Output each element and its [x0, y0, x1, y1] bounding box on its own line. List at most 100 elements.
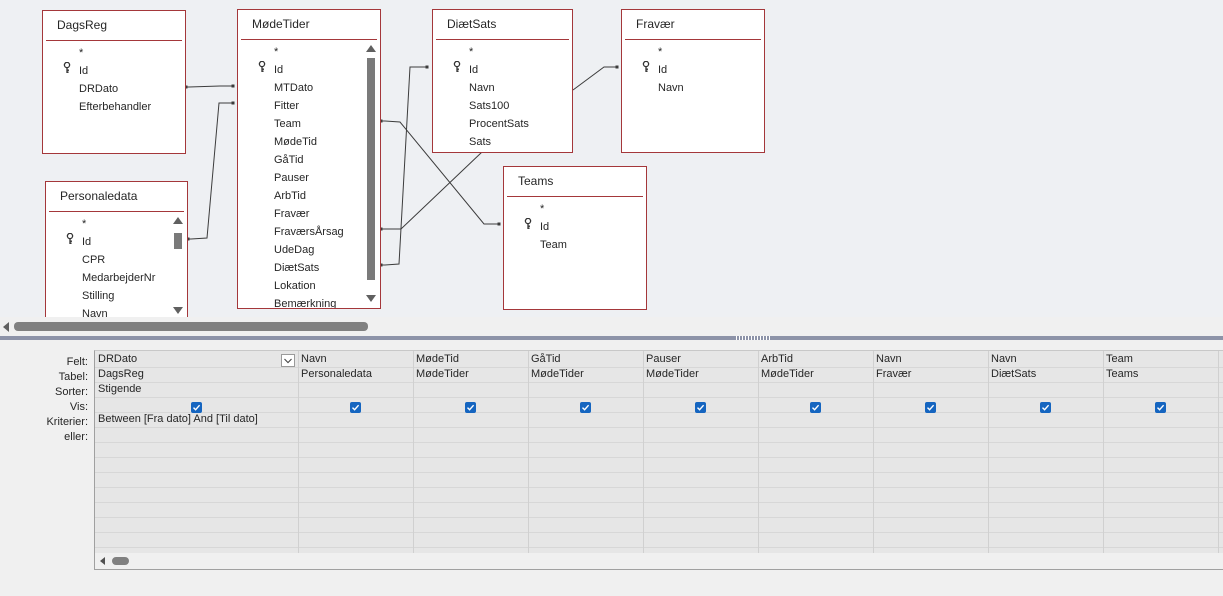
- field-item[interactable]: Id: [46, 232, 187, 251]
- grid-cell-criteria[interactable]: Between [Fra dato] And [Til dato]: [98, 412, 258, 427]
- table-modetider[interactable]: MødeTider * Id MTDato Fitter Team MødeTid GåTid…: [237, 9, 381, 309]
- grid-cell-sort[interactable]: Stigende: [98, 382, 141, 397]
- grid-cell-table[interactable]: DiætSats: [991, 367, 1036, 382]
- field-item[interactable]: *: [238, 43, 380, 61]
- grid-cell-table[interactable]: MødeTider: [761, 367, 814, 382]
- field-item[interactable]: MødeTid: [238, 133, 380, 151]
- grid-cell-field[interactable]: GåTid: [531, 352, 561, 367]
- scroll-down-icon[interactable]: [173, 307, 183, 314]
- field-item[interactable]: Lokation: [238, 277, 380, 295]
- field-item[interactable]: *: [433, 43, 572, 61]
- field-item[interactable]: *: [622, 43, 764, 61]
- join-line[interactable]: [381, 66, 427, 266]
- show-checkbox[interactable]: [580, 402, 591, 413]
- grid-cell-field[interactable]: Team: [1106, 352, 1133, 367]
- grid-column[interactable]: ArbTid MødeTider: [758, 351, 874, 553]
- grid-cell-field[interactable]: Navn: [876, 352, 902, 367]
- grid-cell-field[interactable]: ArbTid: [761, 352, 793, 367]
- field-item[interactable]: Id: [622, 60, 764, 79]
- field-item[interactable]: Sats: [433, 133, 572, 151]
- table-title[interactable]: DiætSats: [447, 17, 496, 31]
- field-list-scrollbar[interactable]: [172, 215, 184, 316]
- grid-cell-table[interactable]: Fravær: [876, 367, 911, 382]
- field-item[interactable]: *: [504, 200, 646, 218]
- join-line[interactable]: [186, 85, 233, 88]
- join-line[interactable]: [188, 102, 233, 240]
- scroll-thumb[interactable]: [14, 322, 368, 331]
- table-title[interactable]: Personaledata: [60, 189, 137, 203]
- field-dropdown-button[interactable]: [281, 354, 295, 367]
- grid-cell-table[interactable]: Teams: [1106, 367, 1138, 382]
- table-personaledata[interactable]: Personaledata * Id CPR MedarbejderNr Stilling…: [45, 181, 188, 317]
- field-item[interactable]: GåTid: [238, 151, 380, 169]
- field-item[interactable]: Id: [238, 60, 380, 79]
- grid-column[interactable]: Pauser MødeTider: [643, 351, 759, 553]
- scroll-thumb[interactable]: [367, 58, 375, 280]
- field-item[interactable]: CPR: [46, 251, 187, 269]
- show-checkbox[interactable]: [1155, 402, 1166, 413]
- field-item[interactable]: ProcentSats: [433, 115, 572, 133]
- field-item[interactable]: Team: [238, 115, 380, 133]
- field-item[interactable]: Fitter: [238, 97, 380, 115]
- grid-column[interactable]: GåTid MødeTider: [528, 351, 644, 553]
- field-item[interactable]: DRDato: [43, 80, 185, 98]
- grid-cell-field[interactable]: Navn: [301, 352, 327, 367]
- table-title[interactable]: DagsReg: [57, 18, 107, 32]
- field-item[interactable]: Id: [504, 217, 646, 236]
- table-title[interactable]: MødeTider: [252, 17, 310, 31]
- grid-cell-table[interactable]: MødeTider: [416, 367, 469, 382]
- field-item[interactable]: Bemærkning: [238, 295, 380, 308]
- join-line[interactable]: [381, 151, 483, 230]
- scroll-down-icon[interactable]: [366, 295, 376, 302]
- field-item[interactable]: DiætSats: [238, 259, 380, 277]
- field-item[interactable]: *: [43, 44, 185, 62]
- diagram-horizontal-scrollbar[interactable]: [0, 318, 1223, 335]
- field-item[interactable]: ArbTid: [238, 187, 380, 205]
- grid-horizontal-scrollbar[interactable]: [95, 553, 1223, 569]
- query-design-grid[interactable]: DRDato DagsReg Stigende Between [Fra dato] …: [94, 350, 1223, 570]
- field-item[interactable]: UdeDag: [238, 241, 380, 259]
- field-item[interactable]: Id: [433, 60, 572, 79]
- show-checkbox[interactable]: [465, 402, 476, 413]
- field-item[interactable]: *: [46, 215, 187, 233]
- scroll-thumb[interactable]: [112, 557, 129, 565]
- grid-cell-field[interactable]: MødeTid: [416, 352, 459, 367]
- scroll-up-icon[interactable]: [366, 45, 376, 52]
- grid-cell-field[interactable]: Navn: [991, 352, 1017, 367]
- field-item[interactable]: Pauser: [238, 169, 380, 187]
- grid-cell-table[interactable]: MødeTider: [531, 367, 584, 382]
- grid-cell-field[interactable]: Pauser: [646, 352, 681, 367]
- grid-cell-table[interactable]: DagsReg: [98, 367, 144, 382]
- show-checkbox[interactable]: [810, 402, 821, 413]
- grid-cell-table[interactable]: MødeTider: [646, 367, 699, 382]
- table-title[interactable]: Fravær: [636, 17, 675, 31]
- table-teams[interactable]: Teams * Id Team: [503, 166, 647, 310]
- show-checkbox[interactable]: [695, 402, 706, 413]
- grid-column[interactable]: Navn Fravær: [873, 351, 989, 553]
- show-checkbox[interactable]: [350, 402, 361, 413]
- field-item[interactable]: FraværsÅrsag: [238, 223, 380, 241]
- grid-cell-table[interactable]: Personaledata: [301, 367, 372, 382]
- field-list-scrollbar[interactable]: [365, 43, 377, 304]
- field-item[interactable]: Navn: [433, 79, 572, 97]
- grid-column[interactable]: Team Teams: [1103, 351, 1219, 553]
- field-item[interactable]: Efterbehandler: [43, 98, 185, 116]
- grid-column[interactable]: Navn Personaledata: [298, 351, 414, 553]
- field-item[interactable]: Navn: [622, 79, 764, 97]
- scroll-left-icon[interactable]: [100, 557, 105, 565]
- scroll-thumb[interactable]: [174, 233, 182, 249]
- scroll-left-icon[interactable]: [3, 322, 9, 332]
- field-item[interactable]: Sats100: [433, 97, 572, 115]
- scroll-up-icon[interactable]: [173, 217, 183, 224]
- grid-column[interactable]: MødeTid MødeTider: [413, 351, 529, 553]
- table-diatsats[interactable]: DiætSats * Id Navn Sats100 ProcentSats Sats: [432, 9, 573, 153]
- table-title[interactable]: Teams: [518, 174, 553, 188]
- field-item[interactable]: Id: [43, 61, 185, 80]
- grid-column[interactable]: DRDato DagsReg Stigende Between [Fra dato] …: [95, 351, 299, 553]
- grid-cell-field[interactable]: DRDato: [98, 352, 137, 367]
- field-item[interactable]: Navn: [46, 305, 187, 317]
- field-item[interactable]: Team: [504, 236, 646, 254]
- field-item[interactable]: MedarbejderNr: [46, 269, 187, 287]
- field-item[interactable]: Fravær: [238, 205, 380, 223]
- join-line[interactable]: [572, 66, 617, 91]
